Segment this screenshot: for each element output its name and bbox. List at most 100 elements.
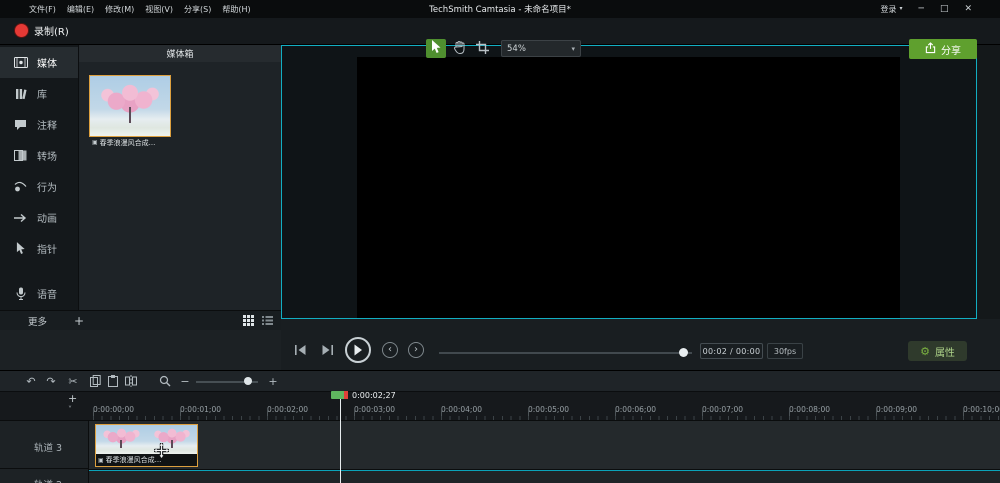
playhead-in-handle[interactable] <box>331 391 344 399</box>
canvas-zoom-select[interactable]: 54% ▾ <box>501 40 581 57</box>
camtasia-window: 文件(F) 编辑(E) 修改(M) 视图(V) 分享(S) 帮助(H) Tech… <box>0 0 1000 483</box>
crop-tool-button[interactable] <box>472 39 492 58</box>
copy-button[interactable] <box>88 372 102 390</box>
sidebar-item-behaviors[interactable]: 行为 <box>0 171 78 202</box>
track-2-lane[interactable] <box>89 471 1000 483</box>
sidebar-item-voice[interactable]: 语音 <box>0 278 78 309</box>
timeline-zoom-out-button[interactable]: − <box>180 372 190 390</box>
properties-label: 属性 <box>934 347 955 359</box>
image-badge-icon: ▣ <box>92 139 98 146</box>
ruler-tick-label: 0:00:01;00 <box>180 405 221 414</box>
maximize-button[interactable]: □ <box>940 4 949 14</box>
canvas-right-gutter <box>977 45 1000 319</box>
next-frame-button[interactable] <box>320 344 335 356</box>
move-cursor-icon <box>153 442 170 462</box>
paste-button[interactable] <box>106 372 120 390</box>
record-button[interactable]: 录制(R) <box>15 23 69 38</box>
grid-view-button[interactable] <box>243 311 254 330</box>
split-button[interactable] <box>124 372 138 390</box>
media-bin-panel: 媒体箱 ▣ 春季浪漫风合成... <box>78 45 281 310</box>
sidebar-item-cursor[interactable]: 指针 <box>0 233 78 264</box>
close-button[interactable]: ✕ <box>964 4 972 14</box>
ruler-tick-label: 0:00:00;00 <box>93 405 134 414</box>
list-view-button[interactable] <box>262 311 273 330</box>
playback-slider-knob[interactable] <box>679 348 688 357</box>
undo-button[interactable]: ↶ <box>24 372 38 390</box>
menu-modify[interactable]: 修改(M) <box>103 4 136 15</box>
ruler-tick: 0:00:07;00 <box>702 397 743 416</box>
collapse-tracks-button[interactable]: ˅ <box>68 406 72 414</box>
share-label: 分享 <box>941 45 961 57</box>
login-button[interactable]: 登录 ▾ <box>881 4 903 15</box>
previous-clip-button[interactable]: ‹ <box>382 342 398 358</box>
redo-button[interactable]: ↷ <box>44 372 58 390</box>
playback-slider[interactable] <box>439 352 692 354</box>
sidebar-item-annotations[interactable]: 注释 <box>0 109 78 140</box>
image-badge-icon: ▣ <box>98 456 104 464</box>
ruler-tick: 0:00:01;00 <box>180 397 221 416</box>
canvas-panel[interactable] <box>281 45 977 319</box>
timeline-ruler[interactable]: 0:00:00;00 0:00:01;00 0:00:02;00 0:00:03… <box>88 392 1000 420</box>
menu-edit[interactable]: 编辑(E) <box>65 4 96 15</box>
sidebar-item-label: 媒体 <box>37 59 57 70</box>
ruler-tick-label: 0:00:10;00 <box>963 405 1000 414</box>
canvas-stage[interactable] <box>357 57 900 318</box>
ruler-tick-label: 0:00:03;00 <box>354 405 395 414</box>
record-label: 录制(R) <box>34 27 69 38</box>
chevron-down-icon: ▾ <box>899 5 903 12</box>
ruler-tick-label: 0:00:08;00 <box>789 405 830 414</box>
play-icon <box>353 344 363 356</box>
drop-indicator-line <box>89 470 1000 471</box>
playback-bar: ‹ › 00:02 / 00:00 30fps ⚙ 属性 <box>281 319 1000 370</box>
annotation-icon <box>13 119 28 131</box>
previous-frame-button[interactable] <box>293 344 308 356</box>
track-headers: 轨道 3 轨道 2 <box>0 420 88 483</box>
playhead-out-handle[interactable] <box>344 391 348 399</box>
add-track-button[interactable]: + <box>68 393 77 404</box>
menu-file[interactable]: 文件(F) <box>27 4 58 15</box>
share-icon <box>925 41 936 57</box>
playhead-line[interactable] <box>340 391 341 483</box>
ruler-tick-label: 0:00:07;00 <box>702 405 743 414</box>
track-header-3[interactable]: 轨道 3 <box>0 421 88 469</box>
media-bin-item[interactable]: ▣ 春季浪漫风合成... <box>89 75 171 147</box>
properties-button[interactable]: ⚙ 属性 <box>908 341 967 361</box>
sidebar-item-transitions[interactable]: 转场 <box>0 140 78 171</box>
cut-button[interactable]: ✂ <box>66 372 80 390</box>
timeline-zoom-in-button[interactable]: + <box>268 372 278 390</box>
timeline-zoom-knob[interactable] <box>244 377 252 385</box>
microphone-icon <box>13 287 28 300</box>
zoom-search-icon <box>158 372 172 390</box>
playhead-handle[interactable] <box>331 391 348 399</box>
share-button[interactable]: 分享 <box>909 39 977 59</box>
ruler-tick-label: 0:00:05;00 <box>528 405 569 414</box>
ruler-tick: 0:00:00;00 <box>93 397 134 416</box>
gear-icon: ⚙ <box>920 344 930 358</box>
playhead-time-label: 0:00:02;27 <box>352 391 396 400</box>
media-item-label: 春季浪漫风合成... <box>99 138 156 147</box>
chevron-right-icon: › <box>414 344 418 355</box>
menu-help[interactable]: 帮助(H) <box>220 4 252 15</box>
next-clip-button[interactable]: › <box>408 342 424 358</box>
track-content[interactable]: ▣ 春季浪漫风合成... <box>88 420 1000 483</box>
clip-label: 春季浪漫风合成... <box>105 456 162 464</box>
ruler-tick: 0:00:04;00 <box>441 397 482 416</box>
pan-tool-button[interactable] <box>449 39 469 58</box>
add-media-button[interactable]: + <box>74 315 84 327</box>
pointer-tool-button[interactable] <box>426 39 446 58</box>
play-button[interactable] <box>345 337 371 363</box>
toolbar: 录制(R) 54% ▾ 分享 <box>0 18 1000 59</box>
menu-share[interactable]: 分享(S) <box>182 4 213 15</box>
sidebar-item-label: 库 <box>37 90 47 101</box>
timeline-clip[interactable]: ▣ 春季浪漫风合成... <box>95 424 198 467</box>
menubar-right: 登录 ▾ ─ □ ✕ <box>881 0 973 18</box>
menu-view[interactable]: 视图(V) <box>143 4 175 15</box>
sidebar-item-animations[interactable]: 动画 <box>0 202 78 233</box>
more-button[interactable]: 更多 <box>28 314 47 328</box>
sidebar-item-media[interactable]: 媒体 <box>0 47 78 78</box>
timeline-toolbar: ↶ ↷ ✂ − + <box>0 370 1000 392</box>
ruler-tick: 0:00:10;00 <box>963 397 1000 416</box>
sidebar-item-library[interactable]: 库 <box>0 78 78 109</box>
sidebar-item-label: 动画 <box>37 214 57 225</box>
minimize-button[interactable]: ─ <box>919 4 924 14</box>
